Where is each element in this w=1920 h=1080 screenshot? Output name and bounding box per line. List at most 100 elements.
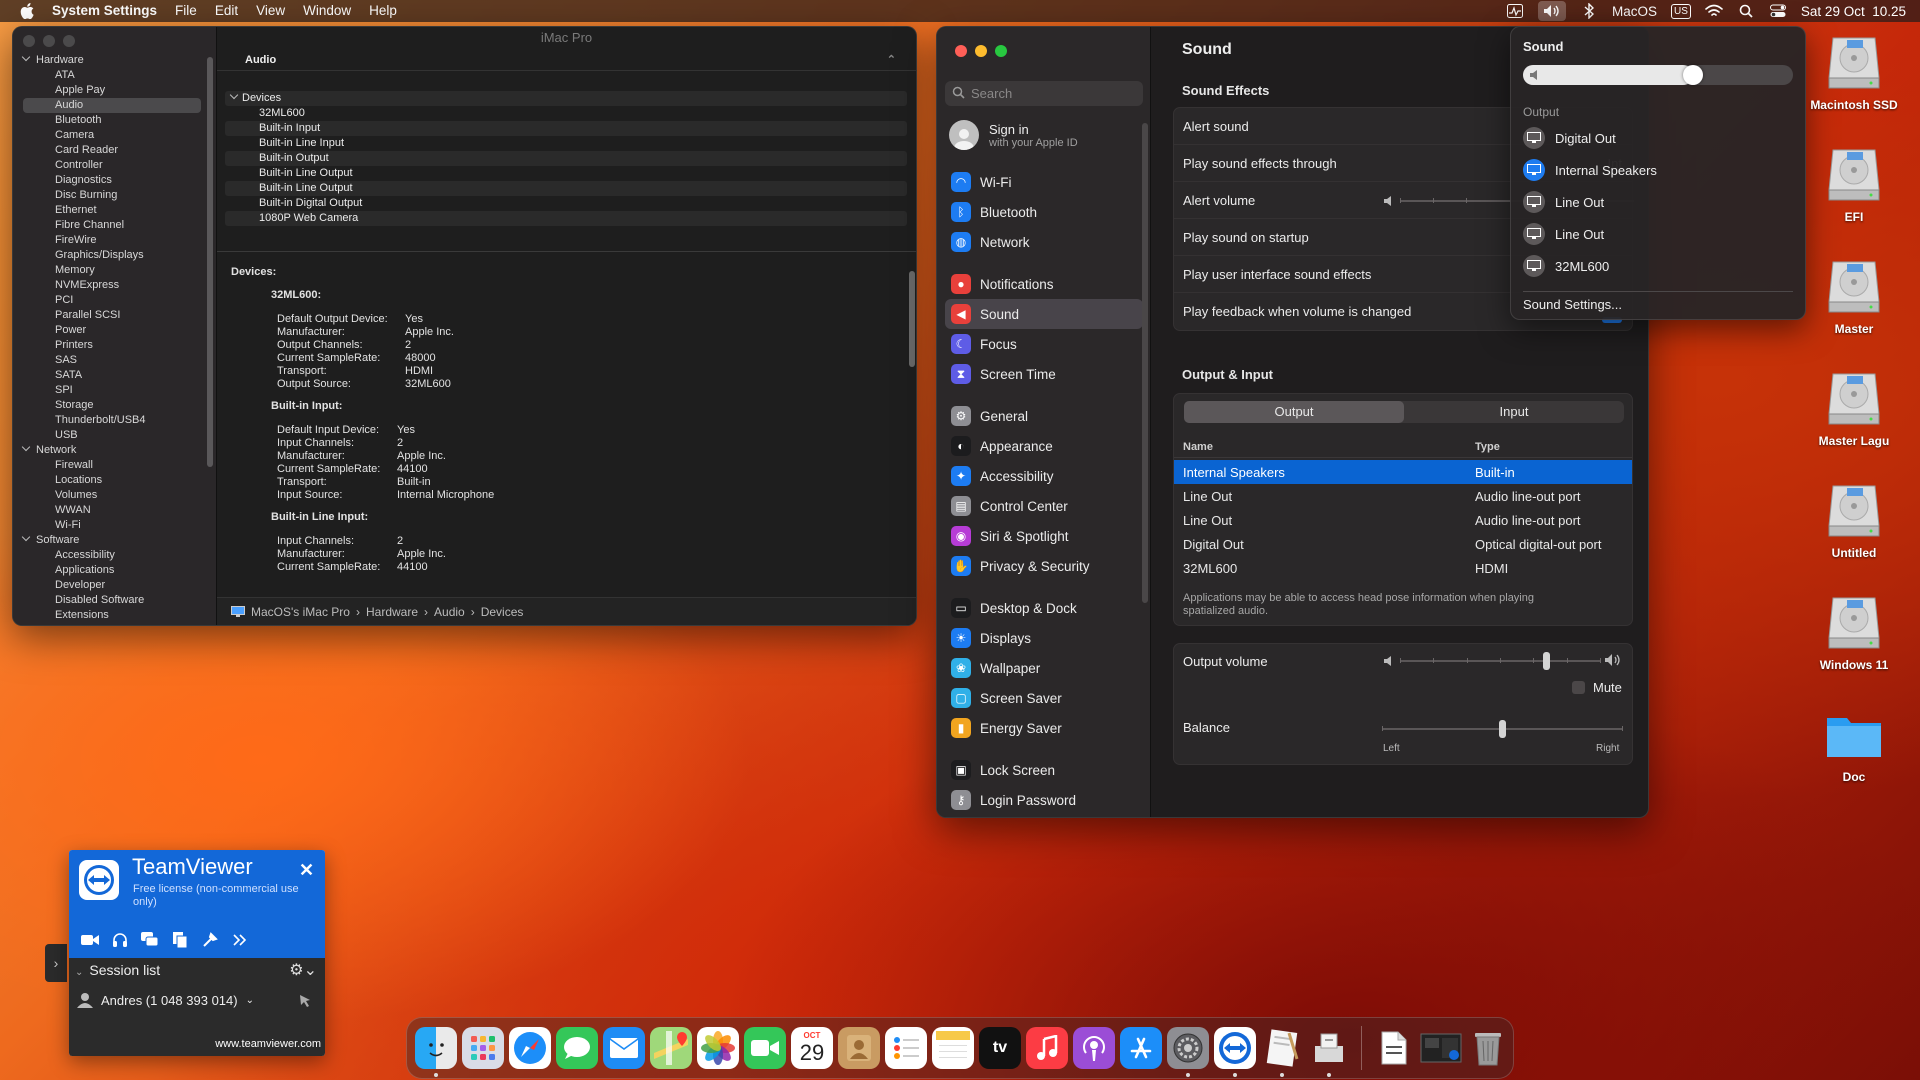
sidebar-scrollbar[interactable]	[207, 57, 213, 467]
path-item[interactable]: Devices	[481, 599, 524, 625]
tree-item[interactable]: 1080P Web Camera	[225, 211, 907, 226]
file-transfer-icon[interactable]	[171, 932, 189, 948]
tree-item[interactable]: Built-in Line Input	[225, 136, 907, 151]
sidebar-item[interactable]: Locations	[13, 473, 213, 488]
sidebar-item[interactable]: Controller	[13, 158, 213, 173]
calendar-icon[interactable]: OCT 29	[791, 1027, 833, 1069]
sound-menu-icon[interactable]	[1538, 1, 1566, 21]
gear-icon[interactable]: ⚙⌄	[289, 960, 317, 980]
sidebar-item[interactable]: USB	[13, 428, 213, 443]
sidebar-item-siri-spotlight[interactable]: ◉ Siri & Spotlight	[945, 521, 1143, 551]
sidebar-item-wi-fi[interactable]: ◠ Wi-Fi	[945, 167, 1143, 197]
trash-icon[interactable]	[1467, 1027, 1509, 1069]
session-list-toggle[interactable]: ⌄ Session list	[75, 962, 160, 978]
activity-monitor-icon[interactable]	[1506, 3, 1524, 19]
minimize-button[interactable]	[43, 35, 55, 47]
app-store-icon[interactable]	[1120, 1027, 1162, 1069]
desktop-icon-untitled[interactable]: Untitled	[1794, 480, 1914, 560]
sidebar-item[interactable]: Accessibility	[13, 548, 213, 563]
output-option[interactable]: Line Out	[1523, 189, 1604, 215]
sidebar-item-appearance[interactable]: ◐ Appearance	[945, 431, 1143, 461]
sidebar-item-focus[interactable]: ☾ Focus	[945, 329, 1143, 359]
path-item[interactable]: MacOS's iMac Pro	[251, 599, 350, 625]
device-row[interactable]: 32ML600 HDMI	[1174, 556, 1632, 580]
mute-checkbox[interactable]	[1572, 681, 1585, 694]
teamviewer-expand-tab[interactable]: ›	[45, 944, 67, 982]
sidebar-item-network[interactable]: ◍ Network	[945, 227, 1143, 257]
tab-output[interactable]: Output	[1184, 401, 1404, 423]
output-option[interactable]: Line Out	[1523, 221, 1604, 247]
sidebar-item[interactable]: Camera	[13, 128, 213, 143]
sidebar-item[interactable]: ATA	[13, 68, 213, 83]
sidebar-category[interactable]: Network	[13, 443, 213, 458]
sidebar-item[interactable]: FireWire	[13, 233, 213, 248]
sidebar-item[interactable]: NVMExpress	[13, 278, 213, 293]
split-divider[interactable]	[217, 251, 916, 252]
menu-view[interactable]: View	[247, 0, 294, 22]
output-option[interactable]: Internal Speakers	[1523, 157, 1657, 183]
finder-icon[interactable]	[415, 1027, 457, 1077]
menu-window[interactable]: Window	[294, 0, 360, 22]
menu-file[interactable]: File	[166, 0, 206, 22]
sidebar-category[interactable]: Hardware	[13, 53, 213, 68]
messages-icon[interactable]	[556, 1027, 598, 1069]
sidebar-item-desktop-dock[interactable]: ▭ Desktop & Dock	[945, 593, 1143, 623]
device-row[interactable]: Line Out Audio line-out port	[1174, 508, 1632, 532]
sidebar-item-screen-time[interactable]: ⧗ Screen Time	[945, 359, 1143, 389]
tree-item[interactable]: Built-in Line Output	[225, 181, 907, 196]
zoom-button[interactable]	[995, 45, 1007, 57]
sidebar-item[interactable]: Disc Burning	[13, 188, 213, 203]
tree-item[interactable]: 32ML600	[225, 106, 907, 121]
sidebar-item-accessibility[interactable]: ✦ Accessibility	[945, 461, 1143, 491]
path-item[interactable]: Audio	[434, 599, 465, 625]
device-row[interactable]: Digital Out Optical digital-out port	[1174, 532, 1632, 556]
tree-item[interactable]: Built-in Digital Output	[225, 196, 907, 211]
teamviewer-url[interactable]: www.teamviewer.com	[215, 1038, 321, 1050]
balance-slider[interactable]	[1382, 720, 1623, 738]
sidebar-item[interactable]: Disabled Software	[13, 593, 213, 608]
sidebar-item[interactable]: Firewall	[13, 458, 213, 473]
podcasts-icon[interactable]	[1073, 1027, 1115, 1069]
sidebar-item[interactable]: Card Reader	[13, 143, 213, 158]
sidebar-item[interactable]: PCI	[13, 293, 213, 308]
sidebar-item[interactable]: Memory	[13, 263, 213, 278]
sidebar-item-sound[interactable]: ◀ Sound	[945, 299, 1143, 329]
textedit-icon[interactable]	[1261, 1027, 1303, 1077]
sidebar-item[interactable]: Developer	[13, 578, 213, 593]
minimize-button[interactable]	[975, 45, 987, 57]
tab-input[interactable]: Input	[1404, 401, 1624, 423]
desktop-icon-efi[interactable]: EFI	[1794, 144, 1914, 224]
screenshot-thumbnail-icon[interactable]	[1420, 1027, 1462, 1069]
sidebar-item-bluetooth[interactable]: ᛒ Bluetooth	[945, 197, 1143, 227]
sidebar-item-energy-saver[interactable]: ▮ Energy Saver	[945, 713, 1143, 743]
more-icon[interactable]	[231, 932, 249, 948]
desktop-icon-master-lagu[interactable]: Master Lagu	[1794, 368, 1914, 448]
sidebar-scrollbar[interactable]	[1142, 123, 1148, 603]
contacts-icon[interactable]	[838, 1027, 880, 1069]
close-button[interactable]	[955, 45, 967, 57]
sidebar-item-audio[interactable]: Audio	[23, 98, 201, 113]
document-icon[interactable]	[1373, 1027, 1415, 1069]
sidebar-item-displays[interactable]: ☀ Displays	[945, 623, 1143, 653]
headset-icon[interactable]	[111, 932, 129, 948]
column-type[interactable]: Type	[1475, 441, 1500, 453]
section-header[interactable]: Audio ⌃	[217, 49, 916, 71]
control-center-menu-icon[interactable]	[1769, 3, 1787, 19]
apple-logo-icon[interactable]	[16, 0, 38, 22]
pointer-icon[interactable]	[299, 994, 311, 1008]
keyboard-input-indicator[interactable]: US	[1671, 3, 1691, 19]
volume-knob[interactable]	[1683, 65, 1703, 85]
reminders-icon[interactable]	[885, 1027, 927, 1069]
slider-knob[interactable]	[1499, 720, 1506, 738]
teamviewer-dock-icon[interactable]	[1214, 1027, 1256, 1077]
sidebar-item[interactable]: Extensions	[13, 608, 213, 623]
mail-icon[interactable]	[603, 1027, 645, 1069]
system-settings-icon[interactable]	[1167, 1027, 1209, 1077]
facetime-icon[interactable]	[744, 1027, 786, 1069]
sidebar-item-privacy-security[interactable]: ✋ Privacy & Security	[945, 551, 1143, 581]
sidebar-item[interactable]: Bluetooth	[13, 113, 213, 128]
video-icon[interactable]	[81, 932, 99, 948]
details-scrollbar[interactable]	[909, 271, 915, 367]
desktop-icon-doc[interactable]: Doc	[1794, 704, 1914, 784]
sidebar-item[interactable]: SAS	[13, 353, 213, 368]
